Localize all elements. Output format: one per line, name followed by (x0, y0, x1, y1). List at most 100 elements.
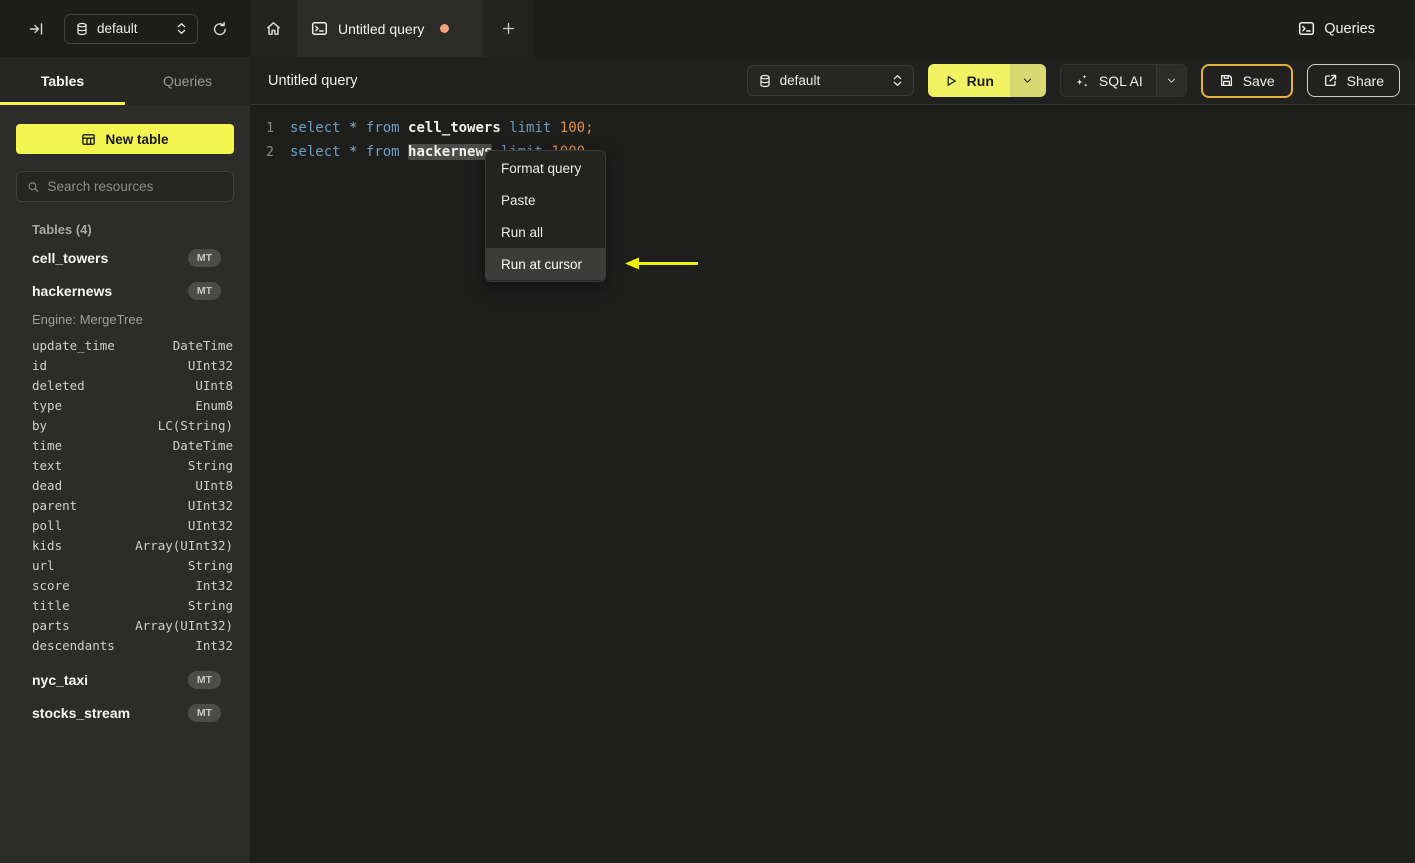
column-name: poll (32, 517, 63, 533)
database-selector[interactable]: default (64, 13, 198, 44)
column-name: deleted (32, 377, 85, 393)
play-icon (947, 75, 956, 86)
table-name: hackernews (32, 282, 113, 299)
column-type: UInt32 (187, 357, 233, 373)
secondary-bar: Tables Queries Untitled query default Ru… (0, 57, 1415, 105)
new-table-label: New table (105, 131, 169, 147)
column-name: parent (32, 497, 78, 513)
engine-badge: MT (187, 248, 221, 267)
code-token: select (290, 120, 341, 136)
menu-item-run-all[interactable]: Run all (486, 216, 605, 248)
sql-editor[interactable]: 1 select * from cell_towers limit 100; 2 se… (250, 105, 1415, 863)
column-name: descendants (32, 637, 115, 653)
code-area[interactable]: 1 select * from cell_towers limit 100; 2 se… (250, 105, 1415, 164)
sidebar-tabs: Tables Queries (0, 57, 250, 105)
queries-button[interactable]: Queries (1298, 20, 1375, 37)
menu-item-format-query[interactable]: Format query (486, 152, 605, 184)
sidebar-tab-tables[interactable]: Tables (0, 57, 125, 105)
code-line[interactable]: 2select * from hackernews limit 1000 (250, 140, 1415, 164)
column-type: DateTime (172, 437, 233, 453)
database-selector-value: default (97, 21, 138, 36)
refresh-icon[interactable] (206, 15, 234, 43)
column-type: Enum8 (195, 397, 233, 413)
tables-section-label: Tables (4) (32, 222, 92, 237)
column-type: String (187, 597, 233, 613)
run-button[interactable]: Run (927, 64, 1010, 97)
menu-item-run-at-cursor[interactable]: Run at cursor (486, 248, 605, 280)
code-token: from (365, 120, 400, 136)
tab-strip: Untitled query (250, 0, 533, 57)
query-title: Untitled query (268, 72, 358, 89)
column-name: kids (32, 537, 63, 553)
annotation-arrow (625, 257, 698, 270)
toolbar-database-selector[interactable]: default (746, 65, 914, 96)
share-button[interactable]: Share (1306, 64, 1400, 97)
column-name: url (32, 557, 55, 573)
engine-badge: MT (187, 281, 221, 300)
column-row: parts Array(UInt32) (0, 615, 250, 635)
toolbar-database-value: default (779, 73, 821, 88)
table-name: nyc_taxi (32, 671, 89, 688)
search-resources-input[interactable] (16, 171, 234, 202)
table-row-hackernews[interactable]: hackernews MT (0, 274, 250, 307)
table-row-cell_towers[interactable]: cell_towers MT (0, 241, 250, 274)
column-name: parts (32, 617, 70, 633)
sql-ai-split-button: SQL AI (1059, 64, 1187, 97)
sidebar-tab-queries[interactable]: Queries (125, 57, 250, 105)
sidebar-tab-tables-label: Tables (40, 73, 85, 89)
column-row: by LC(String) (0, 415, 250, 435)
column-type: String (187, 457, 233, 473)
line-number: 2 (266, 144, 274, 160)
column-type: UInt8 (195, 377, 233, 393)
query-toolbar: Untitled query default Run SQL AI Save S… (250, 57, 1415, 105)
column-type: LC(String) (157, 417, 233, 433)
column-row: dead UInt8 (0, 475, 250, 495)
queries-button-label: Queries (1324, 20, 1375, 37)
code-token: * (349, 144, 358, 160)
new-tab-icon[interactable] (483, 0, 533, 57)
code-line[interactable]: 1 select * from cell_towers limit 100; (250, 116, 1415, 140)
code-token: select (290, 144, 341, 160)
sql-ai-button[interactable]: SQL AI (1061, 65, 1156, 96)
chevron-updown-icon (177, 23, 186, 34)
column-type: UInt32 (187, 517, 233, 533)
table-row-stocks_stream[interactable]: stocks_stream MT (0, 696, 250, 729)
search-icon (28, 181, 39, 192)
code-token: cell_towers (408, 120, 501, 136)
column-row: update_time DateTime (0, 335, 250, 355)
new-table-button[interactable]: New table (16, 124, 234, 154)
column-list: update_time DateTime id UInt32 deleted UInt8 t… (0, 331, 250, 663)
line-number: 1 (266, 120, 274, 136)
menu-item-paste[interactable]: Paste (486, 184, 605, 216)
topbar-left: default (0, 0, 250, 57)
column-type: UInt32 (187, 497, 233, 513)
code-token: * (349, 120, 358, 136)
column-name: time (32, 437, 63, 453)
collapse-sidebar-icon[interactable] (22, 15, 50, 43)
column-row: id UInt32 (0, 355, 250, 375)
save-icon (1220, 74, 1232, 87)
save-button-label: Save (1242, 72, 1275, 89)
column-type: String (187, 557, 233, 573)
chevron-down-icon (1024, 78, 1032, 83)
table-row-nyc_taxi[interactable]: nyc_taxi MT (0, 663, 250, 696)
column-row: parent UInt32 (0, 495, 250, 515)
topbar-right: Queries (1298, 0, 1415, 57)
engine-badge: MT (187, 670, 221, 689)
tab-untitled-query[interactable]: Untitled query (297, 0, 483, 57)
editor-context-menu: Format query Paste Run all Run at cursor (485, 150, 606, 282)
column-type: UInt8 (195, 477, 233, 493)
sql-ai-caret[interactable] (1155, 65, 1186, 96)
save-button[interactable]: Save (1200, 63, 1293, 98)
run-options-caret[interactable] (1009, 64, 1046, 97)
column-name: text (32, 457, 63, 473)
home-icon[interactable] (250, 0, 297, 57)
chevron-down-icon (1167, 78, 1175, 83)
code-token: hackernews (408, 144, 493, 160)
column-name: dead (32, 477, 63, 493)
search-resources-field[interactable] (47, 179, 223, 194)
